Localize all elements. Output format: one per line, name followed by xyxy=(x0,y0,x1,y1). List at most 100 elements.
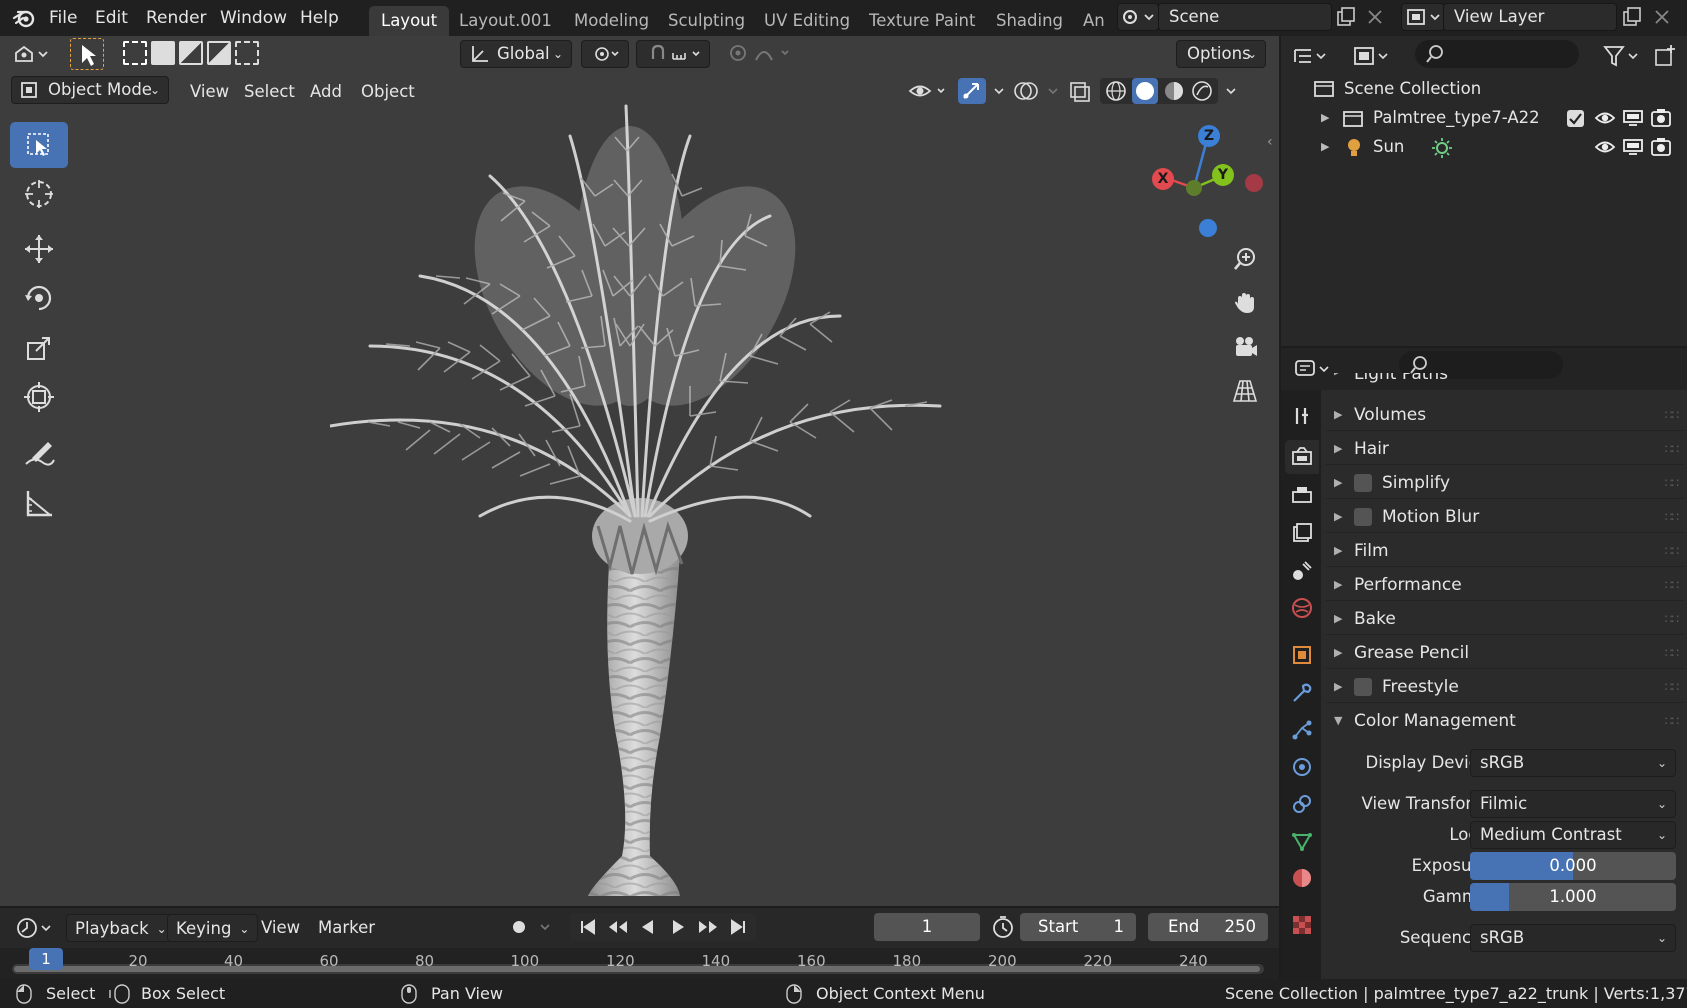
menu-render[interactable]: Render xyxy=(146,6,207,30)
timeline-editor-type-button[interactable] xyxy=(12,913,56,943)
preview-range-icon[interactable] xyxy=(990,914,1016,940)
freestyle-checkbox[interactable] xyxy=(1354,678,1372,696)
rendered-shading-icon[interactable] xyxy=(1190,78,1214,104)
end-frame-field[interactable]: End 250 xyxy=(1148,913,1268,941)
exposure-slider[interactable]: 0.000 xyxy=(1470,852,1676,880)
pan-hand-icon[interactable] xyxy=(1226,284,1264,322)
tool-tab-icon[interactable] xyxy=(1289,403,1315,429)
menu-edit[interactable]: Edit xyxy=(95,6,128,30)
viewport-menu-view[interactable]: View xyxy=(180,78,239,106)
options-dropdown[interactable]: Options ⌄ xyxy=(1176,40,1266,68)
viewport-menu-add[interactable]: Add xyxy=(300,78,352,106)
panel-freestyle[interactable]: ▶ Freestyle ∷∷ xyxy=(1326,671,1684,703)
blender-logo-icon[interactable] xyxy=(12,6,36,30)
delete-view-layer-icon[interactable] xyxy=(1652,7,1672,27)
select-box-tool[interactable] xyxy=(10,122,68,168)
gizmo-toggle-icon[interactable] xyxy=(958,78,986,104)
viewport-menu-select[interactable]: Select xyxy=(234,78,305,106)
jump-start-icon[interactable] xyxy=(574,913,602,941)
motion-blur-checkbox[interactable] xyxy=(1354,508,1372,526)
panel-bake[interactable]: ▶ Bake ∷∷ xyxy=(1326,603,1684,635)
wireframe-shading-icon[interactable] xyxy=(1104,78,1128,104)
new-view-layer-icon[interactable] xyxy=(1621,6,1643,28)
partial-panel-light-paths[interactable]: ▶ Light Paths xyxy=(1326,373,1684,390)
view-layer-name-field[interactable]: View Layer xyxy=(1443,3,1617,31)
visibility-eye-icon[interactable] xyxy=(1594,109,1616,127)
tab-modeling[interactable]: Modeling xyxy=(562,6,661,36)
mode-extend-icon[interactable] xyxy=(151,41,175,65)
delete-scene-icon[interactable] xyxy=(1365,7,1385,27)
snap-dropdown[interactable] xyxy=(636,40,710,68)
render-disable-icon[interactable] xyxy=(1650,108,1672,128)
proportional-editing-group[interactable] xyxy=(716,40,792,68)
outliner-editor-type-button[interactable] xyxy=(1289,42,1333,70)
outliner-search-input[interactable] xyxy=(1415,40,1579,68)
texture-tab-icon[interactable] xyxy=(1289,912,1315,938)
panel-hair[interactable]: ▶ Hair ∷∷ xyxy=(1326,433,1684,465)
scene-name-field[interactable]: Scene xyxy=(1158,3,1332,31)
3d-viewport[interactable]: ‹ xyxy=(0,36,1279,906)
palm-tree-model[interactable] xyxy=(330,96,1030,916)
navigation-gizmo[interactable]: Z Y X xyxy=(1148,120,1268,240)
shading-dropdown[interactable] xyxy=(1224,78,1238,104)
camera-view-icon[interactable] xyxy=(1226,328,1264,366)
timeline-menu-keying[interactable]: Keying ⌄ xyxy=(167,914,259,942)
start-frame-field[interactable]: Start 1 xyxy=(1020,913,1136,941)
view-layer-tab-icon[interactable] xyxy=(1289,520,1315,546)
new-collection-icon[interactable] xyxy=(1653,44,1677,68)
overlays-toggle-icon[interactable] xyxy=(1012,78,1040,104)
timeline-menu-playback[interactable]: Playback ⌄ xyxy=(66,914,176,942)
filter-dropdown[interactable] xyxy=(1601,42,1645,70)
outliner-row-palmtree[interactable]: ▶ Palmtree_type7-A22 xyxy=(1281,104,1687,132)
visibility-eye-icon[interactable] xyxy=(1594,138,1616,156)
transform-orientation-dropdown[interactable]: Global ⌄ xyxy=(460,40,572,68)
play-reverse-icon[interactable] xyxy=(634,913,662,941)
modifier-tab-icon[interactable] xyxy=(1289,680,1315,706)
zoom-icon[interactable] xyxy=(1226,240,1264,278)
data-tab-icon[interactable] xyxy=(1289,828,1315,854)
solid-shading-icon[interactable] xyxy=(1132,78,1158,104)
timeline-menu-view[interactable]: View xyxy=(253,914,308,942)
scene-tab-icon[interactable] xyxy=(1289,558,1315,584)
current-frame-field[interactable]: 1 xyxy=(874,913,980,941)
render-disable-icon[interactable] xyxy=(1650,137,1672,157)
display-mode-dropdown[interactable] xyxy=(1351,42,1395,70)
look-dropdown[interactable]: Medium Contrast ⌄ xyxy=(1470,821,1676,849)
tab-sculpting[interactable]: Sculpting xyxy=(656,6,757,36)
rotate-tool[interactable] xyxy=(10,275,68,321)
material-tab-icon[interactable] xyxy=(1289,865,1315,891)
timeline-scrollbar[interactable] xyxy=(12,964,1264,974)
output-tab-icon[interactable] xyxy=(1289,482,1315,508)
select-tool-indicator-icon[interactable] xyxy=(70,38,104,70)
object-tab-icon[interactable] xyxy=(1289,642,1315,668)
tab-shading[interactable]: Shading xyxy=(984,6,1075,36)
panel-film[interactable]: ▶ Film ∷∷ xyxy=(1326,535,1684,567)
simplify-checkbox[interactable] xyxy=(1354,474,1372,492)
panel-simplify[interactable]: ▶ Simplify ∷∷ xyxy=(1326,467,1684,499)
view-transform-dropdown[interactable]: Filmic ⌄ xyxy=(1470,790,1676,818)
overlays-dropdown[interactable] xyxy=(1046,78,1060,104)
panel-grease-pencil[interactable]: ▶ Grease Pencil ∷∷ xyxy=(1326,637,1684,669)
cursor-tool[interactable] xyxy=(10,171,68,217)
editor-type-button[interactable] xyxy=(10,39,54,69)
gizmo-dropdown[interactable] xyxy=(992,78,1006,104)
exclude-checkbox[interactable] xyxy=(1567,110,1584,127)
move-tool[interactable] xyxy=(10,226,68,272)
outliner-row-sun[interactable]: ▶ Sun xyxy=(1281,133,1687,161)
viewport-menu-object[interactable]: Object xyxy=(351,78,425,106)
perspective-toggle-icon[interactable] xyxy=(1226,372,1264,410)
physics-tab-icon[interactable] xyxy=(1289,754,1315,780)
viewport-disable-icon[interactable] xyxy=(1622,138,1644,156)
xray-toggle-icon[interactable] xyxy=(1066,78,1094,104)
object-mode-dropdown[interactable]: Object Mode ⌄ xyxy=(11,76,169,104)
prev-keyframe-icon[interactable] xyxy=(604,913,632,941)
panel-color-management[interactable]: ▼ Color Management ∷∷ xyxy=(1326,705,1684,737)
mode-invert-icon[interactable] xyxy=(207,41,231,65)
menu-window[interactable]: Window xyxy=(220,6,287,30)
tab-uv-editing[interactable]: UV Editing xyxy=(752,6,862,36)
measure-tool[interactable] xyxy=(10,481,68,527)
record-dropdown[interactable] xyxy=(537,914,553,940)
panel-motion-blur[interactable]: ▶ Motion Blur ∷∷ xyxy=(1326,501,1684,533)
tab-texture-paint[interactable]: Texture Paint xyxy=(857,6,987,36)
constraints-tab-icon[interactable] xyxy=(1289,791,1315,817)
